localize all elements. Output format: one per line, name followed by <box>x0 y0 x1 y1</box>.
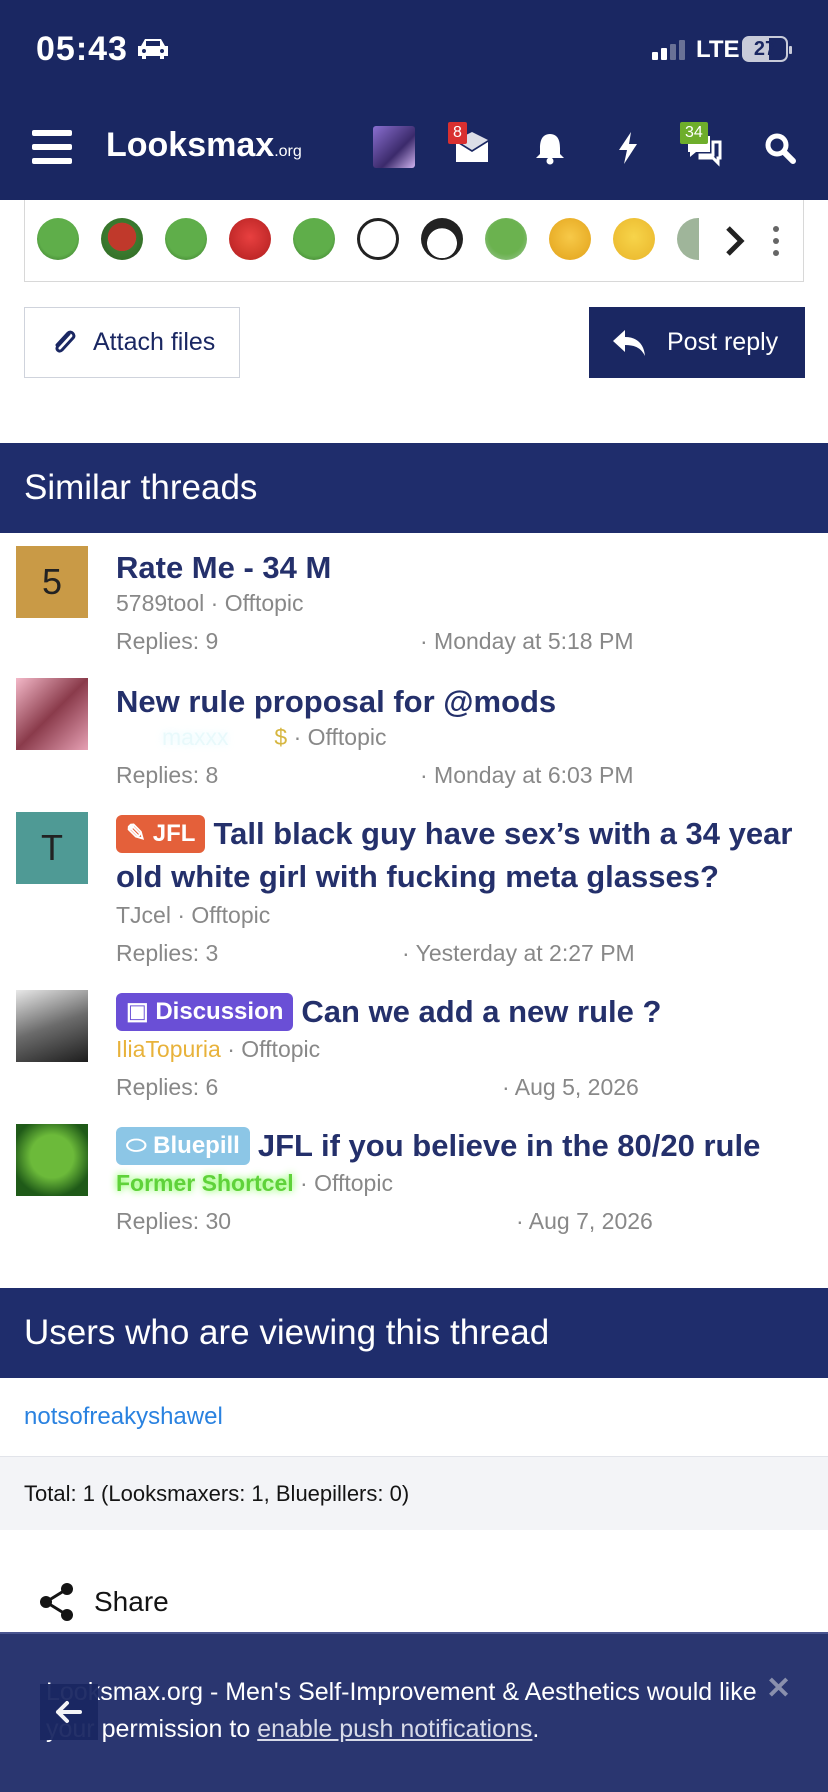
bell-icon[interactable] <box>528 126 572 170</box>
signal-icon <box>652 40 685 60</box>
thread-replies: Replies: 30 <box>116 1208 232 1234</box>
thread-forum[interactable]: Offtopic <box>241 1036 320 1062</box>
close-icon[interactable]: ✕ <box>766 1670 791 1707</box>
thread-stats: Replies: 6 · Aug 5, 2026 <box>116 1074 816 1101</box>
thread-stats: Replies: 8 · Monday at 6:03 PM <box>116 762 816 789</box>
attach-files-button[interactable]: Attach files <box>24 307 240 378</box>
thread-date: · Aug 7, 2026 <box>516 1208 653 1234</box>
prefix-jfl-badge[interactable]: ✎ JFL <box>116 815 206 853</box>
thread-replies: Replies: 9 <box>116 628 219 654</box>
thread-forum[interactable]: Offtopic <box>225 590 304 616</box>
wojak-emoji[interactable] <box>421 218 463 260</box>
thread-title[interactable]: Rate Me - 34 M <box>116 546 816 589</box>
post-reply-button[interactable]: Post reply <box>589 307 805 378</box>
enable-push-link[interactable]: enable push notifications <box>257 1715 532 1743</box>
jfl-icon: ✎ <box>126 820 153 847</box>
car-icon <box>138 39 168 59</box>
paperclip-icon <box>55 330 76 353</box>
thread-forum[interactable]: Offtopic <box>314 1170 393 1196</box>
status-time: 05:43 <box>36 30 128 68</box>
viewers-total: Total: 1 (Looksmaxers: 1, Bluepillers: 0… <box>0 1456 828 1530</box>
thread-date: · Aug 5, 2026 <box>502 1074 639 1100</box>
more-vertical-icon[interactable] <box>771 224 781 258</box>
search-icon[interactable] <box>758 126 802 170</box>
push-notification-banner: Looksmax.org - Men's Self-Improvement & … <box>0 1632 828 1792</box>
post-reply-label: Post reply <box>667 328 779 356</box>
thread-stats: Replies: 9 · Monday at 5:18 PM <box>116 628 816 655</box>
avatar[interactable] <box>16 678 88 750</box>
thread-date: · Yesterday at 2:27 PM <box>402 940 635 966</box>
blush-emoji[interactable] <box>613 218 655 260</box>
inbox-badge: 8 <box>448 122 467 144</box>
attach-files-label: Attach files <box>93 328 216 356</box>
thread-replies: Replies: 3 <box>116 940 219 966</box>
thread-author[interactable]: IliaTopuria <box>116 1036 221 1062</box>
thread-author[interactable]: Former Shortcel <box>116 1170 294 1196</box>
similar-threads-heading: Similar threads <box>0 443 828 533</box>
avatar[interactable]: 5 <box>16 546 88 618</box>
app-root: { "status_bar": {"time": "05:43", "netwo… <box>0 0 828 1792</box>
dollar-icon: $ <box>268 724 294 750</box>
thread-meta: IliaTopuria · Offtopic <box>116 1036 321 1062</box>
angry-face-emoji[interactable] <box>229 218 271 260</box>
thread-meta: 5789tool · Offtopic <box>116 590 304 616</box>
chat-badge: 34 <box>680 122 708 144</box>
thread-author[interactable]: TJcel <box>116 902 171 928</box>
thread-replies: Replies: 8 <box>116 762 219 788</box>
thread-replies: Replies: 6 <box>116 1074 219 1100</box>
viewer-user-link[interactable]: notsofreakyshawel <box>24 1403 223 1431</box>
arrow-left-icon <box>56 1701 82 1723</box>
thread-title[interactable]: ✎ JFL Tall black guy have sex’s with a 34… <box>116 812 816 898</box>
network-label: LTE <box>696 36 740 63</box>
site-logo[interactable]: Looksmax.org <box>106 126 302 165</box>
thinking-emoji[interactable] <box>549 218 591 260</box>
prefix-discussion-badge[interactable]: ▣ Discussion <box>116 993 294 1031</box>
share-button[interactable]: Share <box>38 1582 169 1622</box>
chevron-right-icon[interactable] <box>723 224 747 258</box>
viewers-heading: Users who are viewing this thread <box>0 1288 828 1378</box>
viewers-list: notsofreakyshawel <box>0 1378 828 1456</box>
avatar[interactable] <box>16 990 88 1062</box>
pepe-angry-emoji[interactable] <box>101 218 143 260</box>
thread-title[interactable]: New rule proposal for @mods <box>116 680 816 723</box>
battery-icon: 27 <box>742 36 792 62</box>
pepe-sad-emoji[interactable] <box>293 218 335 260</box>
account-avatar[interactable] <box>373 126 415 168</box>
push-message: Looksmax.org - Men's Self-Improvement & … <box>46 1678 757 1743</box>
emoji-picker-bar <box>24 200 804 282</box>
thread-meta: TJcel · Offtopic <box>116 902 271 928</box>
pepe-partial-emoji[interactable] <box>677 218 699 260</box>
top-header: 05:43 LTE 27 Looksmax.org 8 34 <box>0 0 828 200</box>
lightning-icon[interactable] <box>606 126 650 170</box>
thread-meta: Former Shortcel · Offtopic <box>116 1170 393 1196</box>
thread-author[interactable]: xxxxmaxxx <box>116 724 268 751</box>
menu-button[interactable] <box>32 130 72 164</box>
discussion-icon: ▣ <box>126 998 156 1025</box>
thread-date: · Monday at 6:03 PM <box>420 762 634 788</box>
pill-icon: ⬭ <box>126 1132 154 1159</box>
thread-author[interactable]: 5789tool <box>116 590 204 616</box>
thread-stats: Replies: 30 · Aug 7, 2026 <box>116 1208 816 1235</box>
back-button[interactable] <box>40 1684 98 1740</box>
reply-arrow-icon <box>613 329 645 356</box>
thread-stats: Replies: 3 · Yesterday at 2:27 PM <box>116 940 816 967</box>
share-label: Share <box>94 1586 169 1617</box>
share-icon <box>40 1583 73 1621</box>
avatar[interactable]: T <box>16 812 88 884</box>
prefix-bluepill-badge[interactable]: ⬭ Bluepill <box>116 1127 250 1165</box>
thread-forum[interactable]: Offtopic <box>191 902 270 928</box>
thread-forum[interactable]: Offtopic <box>308 724 387 750</box>
troll-face-emoji[interactable] <box>357 218 399 260</box>
pepe-smile-emoji[interactable] <box>165 218 207 260</box>
thread-title[interactable]: ⬭ Bluepill JFL if you believe in the 80/2… <box>116 1124 816 1167</box>
thread-meta: xxxxmaxxx $ · Offtopic <box>116 724 386 751</box>
thread-date: · Monday at 5:18 PM <box>420 628 634 654</box>
pepe-grin-emoji[interactable] <box>37 218 79 260</box>
avatar[interactable] <box>16 1124 88 1196</box>
thread-title[interactable]: ▣ Discussion Can we add a new rule ? <box>116 990 816 1033</box>
pepe-cap-emoji[interactable] <box>485 218 527 260</box>
